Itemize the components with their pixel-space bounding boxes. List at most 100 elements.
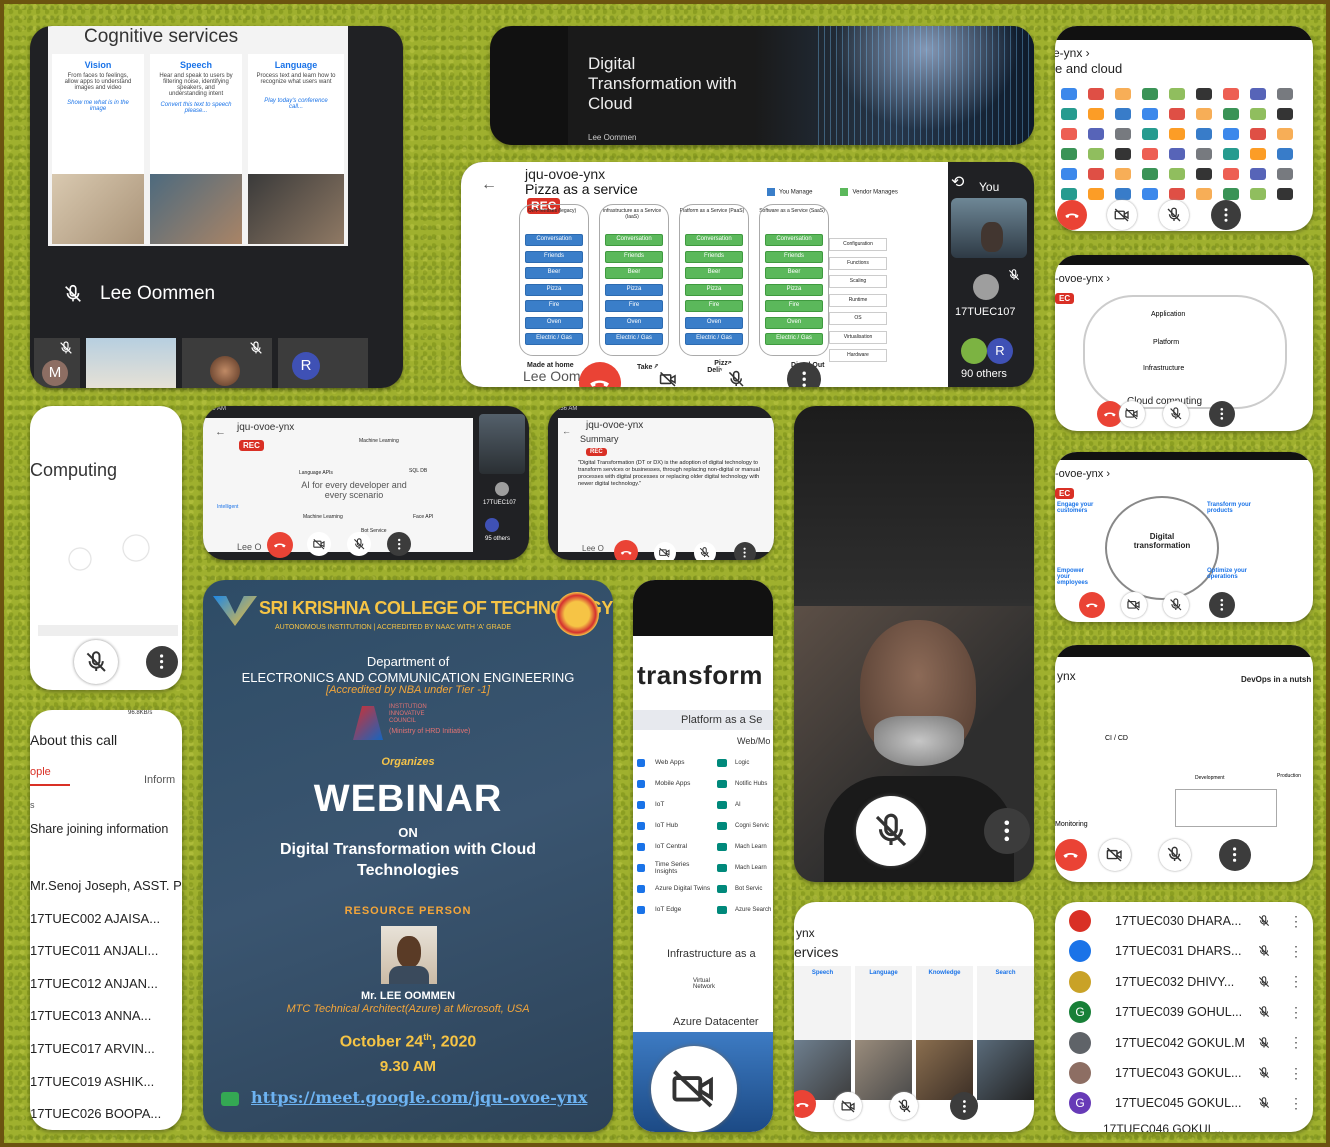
sketch-illustration	[38, 526, 178, 636]
more-vert-icon[interactable]: ⋮	[1289, 973, 1303, 990]
self-view-tile[interactable]: ⟲ You	[951, 162, 1031, 194]
mic-off-button[interactable]	[1159, 200, 1189, 230]
hang-up-button[interactable]	[1057, 200, 1087, 230]
more-options-button[interactable]	[146, 646, 178, 678]
avatar	[210, 356, 240, 386]
more-vert-icon[interactable]: ⋮	[1289, 1034, 1303, 1051]
camera-off-icon	[840, 1098, 857, 1115]
camera-off-button[interactable]	[834, 1092, 862, 1120]
others-tile[interactable]: 95 others	[479, 516, 527, 546]
corner-label: Engage your customers	[1057, 502, 1094, 514]
partner-logo	[1250, 128, 1266, 140]
self-label: You	[979, 180, 1000, 194]
more-options-button[interactable]	[1211, 200, 1241, 230]
avatar	[495, 482, 509, 496]
more-options-button[interactable]	[734, 542, 756, 560]
service-label: Azure Digital Twins	[655, 885, 711, 892]
rec-badge: EC	[1055, 488, 1075, 499]
hang-up-button[interactable]	[1055, 839, 1087, 871]
section-header: Infrastructure as a	[667, 948, 756, 960]
meeting-code: ynx	[796, 926, 815, 940]
switch-camera-icon[interactable]: ⟲	[951, 172, 964, 192]
speech-column: Speech Hear and speak to users by filter…	[150, 54, 242, 244]
tab-people[interactable]: ople	[30, 766, 51, 778]
service-icon	[637, 905, 645, 914]
camera-off-button[interactable]	[1107, 200, 1137, 230]
partner-logo	[1250, 88, 1266, 100]
others-tile[interactable]: R 90 others	[951, 332, 1031, 384]
more-vert-icon[interactable]: ⋮	[1289, 1065, 1303, 1082]
meeting-link[interactable]: https://meet.google.com/jqu-ovoe-ynx	[251, 1088, 587, 1107]
service-icon	[717, 779, 727, 788]
participant-tile[interactable]: R	[278, 338, 368, 388]
more-vert-icon[interactable]: ⋮	[1289, 1095, 1303, 1112]
tab-information[interactable]: Inform	[144, 774, 175, 786]
slide-subtitle: e and cloud	[1055, 61, 1123, 76]
participant-tile[interactable]	[86, 338, 176, 388]
camera-off-button[interactable]	[1121, 592, 1147, 618]
participant-tile[interactable]: M	[34, 338, 80, 388]
participant-tile[interactable]	[182, 338, 272, 388]
list-item[interactable]: 17TUEC019 ASHIK...	[30, 1074, 182, 1089]
more-options-button[interactable]	[950, 1092, 978, 1120]
camera-off-button[interactable]	[1119, 401, 1145, 427]
mic-off-button[interactable]	[347, 532, 371, 556]
mic-off-icon	[1165, 845, 1184, 864]
participant-row[interactable]: 17TUEC032 DHIVY... ⋮	[1069, 967, 1303, 997]
mic-off-button[interactable]	[1163, 401, 1189, 427]
list-item[interactable]: 17TUEC013 ANNA...	[30, 1008, 182, 1023]
meeting-code: e-ynx ›	[1055, 46, 1090, 60]
participant-tile[interactable]	[479, 414, 525, 474]
more-options-button[interactable]	[1209, 401, 1235, 427]
slide-ai: ← jqu-ovoe-ynx REC AI for every develope…	[203, 418, 473, 552]
participant-row[interactable]: 17TUEC031 DHARS... ⋮	[1069, 936, 1303, 966]
tab-underline	[30, 784, 70, 786]
self-camera-tile[interactable]	[951, 198, 1027, 258]
hang-up-button[interactable]	[794, 1090, 816, 1118]
stack-item: Beer	[765, 267, 823, 279]
hang-up-icon	[794, 1096, 810, 1113]
participant-row[interactable]: 17TUEC043 GOKUL... ⋮	[1069, 1058, 1303, 1088]
list-item[interactable]: 17TUEC026 BOOPA...	[30, 1106, 182, 1121]
participant-row[interactable]: G 17TUEC039 GOHUL... ⋮	[1069, 997, 1303, 1027]
list-item[interactable]: Mr.Senoj Joseph, ASST. P	[30, 878, 182, 893]
list-item[interactable]: 17TUEC017 ARVIN...	[30, 1041, 182, 1056]
more-options-button[interactable]	[1209, 592, 1235, 618]
more-vert-icon[interactable]: ⋮	[1289, 1004, 1303, 1021]
more-options-button[interactable]	[1219, 839, 1251, 871]
participant-tile[interactable]: 17TUEC107	[951, 266, 1031, 322]
mic-off-button[interactable]	[1159, 839, 1191, 871]
participant-name: 17TUEC026 BOOPA...	[30, 1106, 162, 1122]
camera-off-button[interactable]	[654, 542, 676, 560]
camera-off-button[interactable]	[1099, 839, 1131, 871]
participant-name: 17TUEC012 ANJAN...	[30, 975, 158, 991]
mic-off-button[interactable]	[1163, 592, 1189, 618]
more-vert-icon[interactable]: ⋮	[1289, 913, 1303, 930]
back-arrow-icon[interactable]: ←	[481, 176, 497, 194]
participant-row[interactable]: G 17TUEC045 GOKUL... ⋮	[1069, 1088, 1303, 1118]
mic-off-button[interactable]	[694, 542, 716, 560]
more-options-button[interactable]	[984, 808, 1030, 854]
list-item[interactable]: 17TUEC002 AJAISA...	[30, 911, 182, 926]
back-arrow-icon[interactable]: ←	[562, 426, 571, 436]
list-item[interactable]: 17TUEC012 ANJAN...	[30, 976, 182, 991]
camera-off-button[interactable]	[651, 1046, 737, 1132]
call-tile-cloud-computing: -ovoe-ynx › EC Application Platform Infr…	[1055, 255, 1313, 431]
hang-up-button[interactable]	[1079, 592, 1105, 618]
diagram-label: Development	[1195, 775, 1225, 781]
mic-off-button[interactable]	[890, 1092, 918, 1120]
participant-row[interactable]: 17TUEC030 DHARA... ⋮	[1069, 906, 1303, 936]
more-options-button[interactable]	[387, 532, 411, 556]
slide-body: "Digital Transformation (DT or DX) is th…	[578, 460, 760, 487]
hang-up-button[interactable]	[614, 540, 638, 560]
mic-off-button[interactable]	[856, 796, 926, 866]
more-vert-icon[interactable]: ⋮	[1289, 943, 1303, 960]
participant-row[interactable]: 17TUEC042 GOKUL.M ⋮	[1069, 1028, 1303, 1058]
back-arrow-icon[interactable]: ←	[215, 426, 226, 438]
camera-off-button[interactable]	[307, 532, 331, 556]
hang-up-button[interactable]	[267, 532, 293, 558]
share-joining-info-button[interactable]: Share joining information	[30, 822, 168, 836]
participant-tile[interactable]: 17TUEC107	[479, 480, 527, 510]
mic-off-button[interactable]	[74, 640, 118, 684]
list-item[interactable]: 17TUEC011 ANJALI...	[30, 943, 182, 958]
